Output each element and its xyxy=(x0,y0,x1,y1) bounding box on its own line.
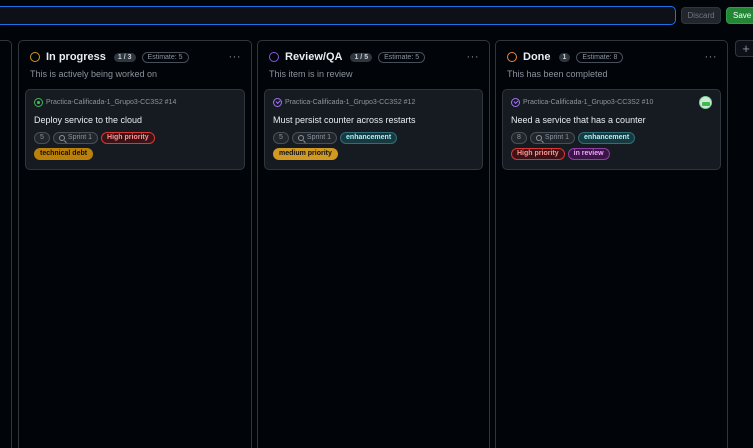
save-button[interactable]: Save xyxy=(726,7,753,24)
discard-button[interactable]: Discard xyxy=(681,7,721,24)
issue-card[interactable]: Practica-Calificada-1_Grupo3-CC3S2 #12 M… xyxy=(264,89,483,170)
sprint-label: Sprint 1 xyxy=(306,134,332,141)
issue-reference[interactable]: Practica-Calificada-1_Grupo3-CC3S2 #14 xyxy=(34,98,176,107)
column-header: Done 1 Estimate: 8 ··· xyxy=(507,50,717,64)
iteration-icon xyxy=(297,135,304,141)
label-enhancement: enhancement xyxy=(340,132,398,144)
item-count-badge: 1 / 5 xyxy=(350,52,373,62)
card-fields-row: 8 Sprint 1 enhancement xyxy=(511,132,636,144)
column-more-options-button[interactable]: ··· xyxy=(705,52,718,63)
issue-reference-text: Practica-Calificada-1_Grupo3-CC3S2 #10 xyxy=(523,99,654,106)
status-in-progress-icon xyxy=(30,52,40,62)
assignee-avatar[interactable] xyxy=(699,96,712,109)
column-header: In progress 1 / 3 Estimate: 5 ··· xyxy=(30,50,241,64)
column-title: Review/QA xyxy=(285,51,343,63)
card-labels-row: technical debt xyxy=(34,148,94,160)
issue-reference-text: Practica-Calificada-1_Grupo3-CC3S2 #12 xyxy=(285,99,416,106)
iteration-icon xyxy=(58,135,65,141)
estimate-field: 5 xyxy=(273,132,289,144)
sprint-label: Sprint 1 xyxy=(544,134,570,141)
issue-reference[interactable]: Practica-Calificada-1_Grupo3-CC3S2 #10 xyxy=(511,98,653,107)
iteration-icon xyxy=(535,135,542,141)
issue-title[interactable]: Deploy service to the cloud xyxy=(34,115,142,125)
item-count-badge: 1 xyxy=(558,52,571,62)
column-description: This item is in review xyxy=(269,69,353,79)
estimate-badge: Estimate: 8 xyxy=(576,51,624,63)
estimate-badge: Estimate: 5 xyxy=(378,51,426,63)
label-high-priority: High priority xyxy=(511,148,565,160)
column-description: This is actively being worked on xyxy=(30,69,158,79)
sprint-label: Sprint 1 xyxy=(67,134,93,141)
board-column-partial xyxy=(0,40,12,448)
label-technical-debt: technical debt xyxy=(34,148,94,160)
column-header: Review/QA 1 / 5 Estimate: 5 ··· xyxy=(269,50,479,64)
sprint-field: Sprint 1 xyxy=(291,132,338,144)
issue-title[interactable]: Must persist counter across restarts xyxy=(273,115,416,125)
column-more-options-button[interactable]: ··· xyxy=(229,52,242,63)
column-title: In progress xyxy=(46,51,106,63)
column-title: Done xyxy=(523,51,551,63)
label-enhancement: enhancement xyxy=(578,132,636,144)
card-labels-row: medium priority xyxy=(273,148,338,160)
sprint-field: Sprint 1 xyxy=(52,132,99,144)
sprint-field: Sprint 1 xyxy=(529,132,576,144)
estimate-field: 8 xyxy=(511,132,527,144)
item-count-badge: 1 / 3 xyxy=(113,52,136,62)
board-column-done: Done 1 Estimate: 8 ··· This has been com… xyxy=(495,40,728,448)
issue-closed-icon xyxy=(511,98,520,107)
label-medium-priority: medium priority xyxy=(273,148,338,160)
column-description: This has been completed xyxy=(507,69,608,79)
issue-reference[interactable]: Practica-Calificada-1_Grupo3-CC3S2 #12 xyxy=(273,98,415,107)
label-in-review: in review xyxy=(567,148,610,160)
card-labels-row: High priority in review xyxy=(511,148,610,160)
label-high-priority: High priority xyxy=(101,132,155,144)
filter-input[interactable] xyxy=(0,6,676,25)
board-column-in-progress: In progress 1 / 3 Estimate: 5 ··· This i… xyxy=(18,40,252,448)
estimate-badge: Estimate: 5 xyxy=(141,51,189,63)
issue-card[interactable]: Practica-Calificada-1_Grupo3-CC3S2 #14 D… xyxy=(25,89,245,170)
status-done-icon xyxy=(507,52,517,62)
column-more-options-button[interactable]: ··· xyxy=(467,52,480,63)
add-column-button[interactable]: + xyxy=(735,40,753,57)
issue-title[interactable]: Need a service that has a counter xyxy=(511,115,646,125)
issue-open-icon xyxy=(34,98,43,107)
issue-reference-text: Practica-Calificada-1_Grupo3-CC3S2 #14 xyxy=(46,99,177,106)
estimate-field: 5 xyxy=(34,132,50,144)
card-fields-row: 5 Sprint 1 High priority xyxy=(34,132,155,144)
card-fields-row: 5 Sprint 1 enhancement xyxy=(273,132,398,144)
board-column-review-qa: Review/QA 1 / 5 Estimate: 5 ··· This ite… xyxy=(257,40,490,448)
issue-card[interactable]: Practica-Calificada-1_Grupo3-CC3S2 #10 N… xyxy=(502,89,721,170)
status-review-icon xyxy=(269,52,279,62)
issue-closed-icon xyxy=(273,98,282,107)
